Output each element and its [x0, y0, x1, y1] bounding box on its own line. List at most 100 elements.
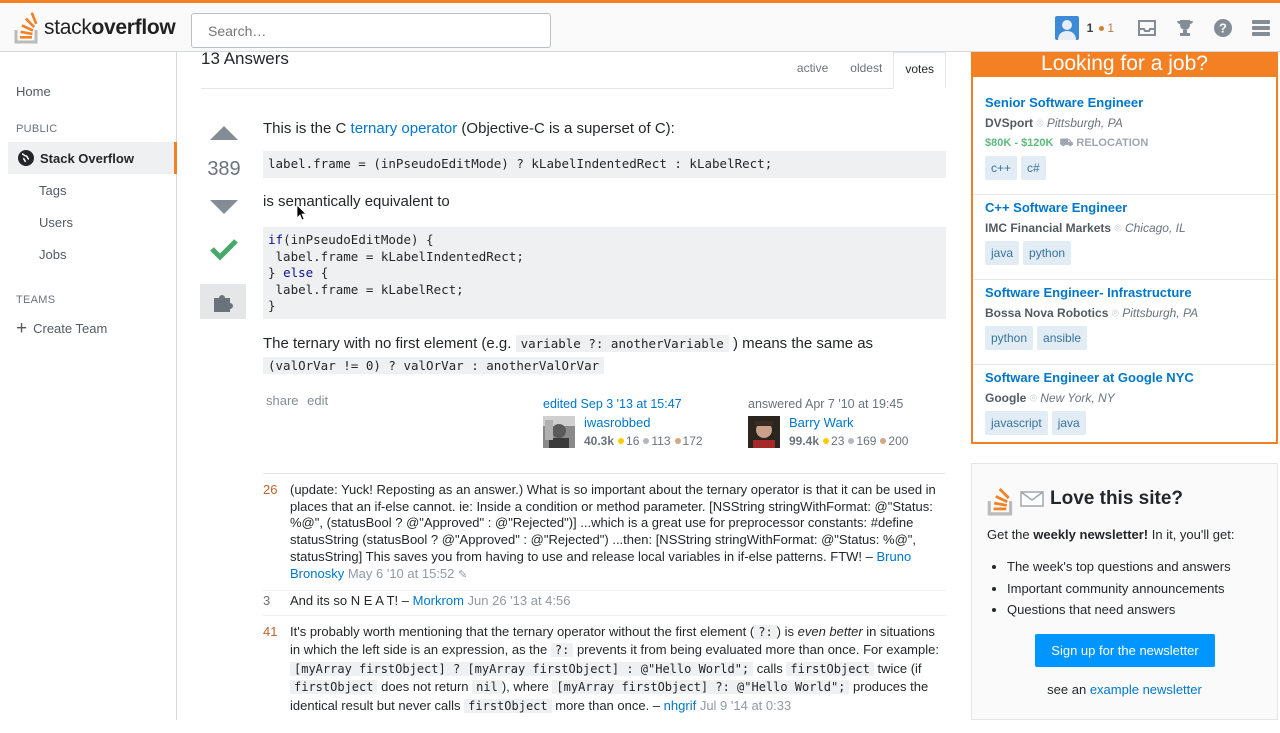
author-avatar[interactable]: [748, 416, 780, 448]
comment-body: (update: Yuck! Reposting as an answer.) …: [290, 482, 936, 581]
tab-oldest[interactable]: oldest: [839, 52, 893, 89]
comment-body: It's probably worth mentioning that the …: [290, 624, 939, 713]
stackoverflow-logo-icon: [14, 12, 38, 44]
post-menu: share edit: [266, 393, 333, 408]
answer-paragraph-2: is semantically equivalent to: [263, 193, 450, 210]
create-team-label: Create Team: [33, 321, 108, 336]
edit-link[interactable]: edit: [307, 393, 333, 408]
location-pin-icon: ⌾: [1114, 221, 1122, 235]
comment-score: 41: [263, 624, 278, 639]
nav-stack-overflow-label: Stack Overflow: [40, 150, 134, 166]
pencil-edit-icon: ✎: [458, 568, 468, 581]
job-tag[interactable]: javascript: [985, 411, 1048, 435]
list-item: Important community announcements: [1007, 578, 1231, 600]
bronze-badge-count: 1: [1099, 21, 1114, 35]
comment-user[interactable]: nhgrif: [664, 698, 697, 713]
author-signature: answered Apr 7 '10 at 19:45 Barry Wark 9…: [748, 397, 938, 455]
job-title[interactable]: Software Engineer- Infrastructure: [985, 285, 1266, 300]
author-stats: 99.4k 23 169 200: [789, 434, 909, 448]
nav-users[interactable]: Users: [39, 215, 73, 230]
code-block-1: label.frame = (inPseudoEditMode) ? kLabe…: [263, 151, 946, 178]
newsletter-benefits: The week's top questions and answers Imp…: [1007, 556, 1231, 621]
site-switcher-icon[interactable]: [1242, 9, 1280, 47]
job-listing[interactable]: Software Engineer at Google NYC Google ⌾…: [985, 370, 1266, 435]
answer-paragraph-3: The ternary with no first element (e.g. …: [263, 335, 874, 374]
left-sidebar: Home PUBLIC Stack Overflow Tags Users Jo…: [0, 52, 177, 720]
job-listing[interactable]: C++ Software Engineer IMC Financial Mark…: [985, 200, 1266, 265]
tab-votes[interactable]: votes: [893, 52, 946, 89]
plus-icon: +: [16, 317, 28, 339]
editor-avatar[interactable]: [543, 416, 575, 448]
achievements-trophy-icon[interactable]: [1166, 9, 1204, 47]
editor-name[interactable]: iwasrobbed: [584, 415, 651, 430]
job-tag[interactable]: python: [985, 326, 1034, 350]
bounty-puzzle-icon[interactable]: [200, 284, 246, 319]
share-link[interactable]: share: [266, 393, 304, 408]
comments-list: 26 (update: Yuck! Reposting as an answer…: [263, 473, 946, 713]
logo-text-bold: overflow: [91, 16, 176, 39]
job-tag[interactable]: python: [1023, 241, 1072, 265]
answer-sort-tabs: active oldest votes: [786, 52, 946, 89]
job-company: Google: [985, 391, 1027, 405]
code-block-2: if(inPseudoEditMode) { label.frame = kLa…: [263, 227, 946, 319]
downvote-arrow-icon[interactable]: [201, 200, 247, 220]
comment-body: And its so N E A T! – Morkrom Jun 26 '13…: [290, 593, 571, 608]
answered-timestamp: answered Apr 7 '10 at 19:45: [748, 397, 904, 411]
site-logo[interactable]: stackoverflow: [14, 12, 176, 44]
job-location: Chicago, IL: [1124, 221, 1186, 235]
answers-header: 13 Answers active oldest votes: [201, 49, 946, 89]
nav-section-teams: TEAMS: [16, 294, 56, 306]
newsletter-footer: see an example newsletter: [1047, 682, 1202, 697]
jobs-widget-title[interactable]: Looking for a job?: [971, 52, 1278, 77]
job-location: Pittsburgh, PA: [1122, 306, 1199, 320]
envelope-icon: [1020, 491, 1044, 507]
answer-paragraph-1: This is the C ternary operator (Objectiv…: [263, 120, 675, 137]
job-title[interactable]: Software Engineer at Google NYC: [985, 370, 1266, 385]
comment: 41 It's probably worth mentioning that t…: [263, 623, 946, 733]
author-name[interactable]: Barry Wark: [789, 415, 854, 430]
newsletter-title: Love this site?: [1050, 488, 1184, 509]
stackoverflow-logo-icon: [987, 487, 1013, 516]
accepted-checkmark-icon: [210, 239, 238, 261]
job-listing[interactable]: Software Engineer- Infrastructure Bossa …: [985, 285, 1266, 350]
job-tag[interactable]: java: [985, 241, 1020, 265]
nav-section-public: PUBLIC: [16, 123, 58, 135]
search-input[interactable]: [191, 13, 551, 48]
list-item: Questions that need answers: [1007, 599, 1231, 621]
truck-icon: ⛟: [1059, 137, 1074, 149]
avatar-silhouette-icon: [1057, 19, 1076, 40]
job-tag[interactable]: c++: [985, 156, 1018, 180]
help-icon[interactable]: ?: [1204, 9, 1242, 47]
upvote-arrow-icon[interactable]: [201, 120, 247, 140]
nav-home[interactable]: Home: [16, 84, 51, 99]
newsletter-signup-button[interactable]: Sign up for the newsletter: [1035, 634, 1215, 667]
inbox-icon[interactable]: [1128, 9, 1166, 47]
tab-active[interactable]: active: [786, 52, 839, 89]
comment-score: 3: [263, 593, 271, 608]
job-tag[interactable]: ansible: [1037, 326, 1088, 350]
job-relocation: RELOCATION: [1076, 137, 1149, 149]
location-pin-icon: ⌾: [1036, 116, 1044, 130]
job-tag[interactable]: java: [1051, 411, 1086, 435]
user-avatar[interactable]: [1054, 15, 1079, 40]
ternary-operator-link[interactable]: ternary operator: [351, 120, 458, 137]
job-title[interactable]: C++ Software Engineer: [985, 200, 1266, 215]
edited-timestamp[interactable]: edited Sep 3 '13 at 15:47: [543, 397, 682, 411]
nav-stack-overflow[interactable]: Stack Overflow: [8, 142, 177, 174]
comment-user[interactable]: Morkrom: [413, 593, 464, 608]
job-tag[interactable]: c#: [1021, 156, 1046, 180]
job-title[interactable]: Senior Software Engineer: [985, 95, 1266, 110]
nav-tags[interactable]: Tags: [39, 183, 66, 198]
editor-stats: 40.3k 16 113 172: [584, 434, 703, 448]
location-pin-icon: ⌾: [1111, 306, 1119, 320]
svg-text:?: ?: [1219, 20, 1227, 35]
example-newsletter-link[interactable]: example newsletter: [1090, 682, 1202, 697]
comment-score: 26: [263, 482, 278, 497]
job-listing[interactable]: Senior Software Engineer DVSport ⌾ Pitts…: [985, 95, 1266, 180]
nav-jobs[interactable]: Jobs: [39, 247, 66, 262]
job-company: DVSport: [985, 116, 1033, 130]
create-team-link[interactable]: + Create Team: [16, 317, 108, 339]
divider: [973, 279, 1276, 280]
reputation-count[interactable]: 1: [1087, 21, 1094, 35]
job-salary: $80K - $120K: [985, 137, 1054, 149]
